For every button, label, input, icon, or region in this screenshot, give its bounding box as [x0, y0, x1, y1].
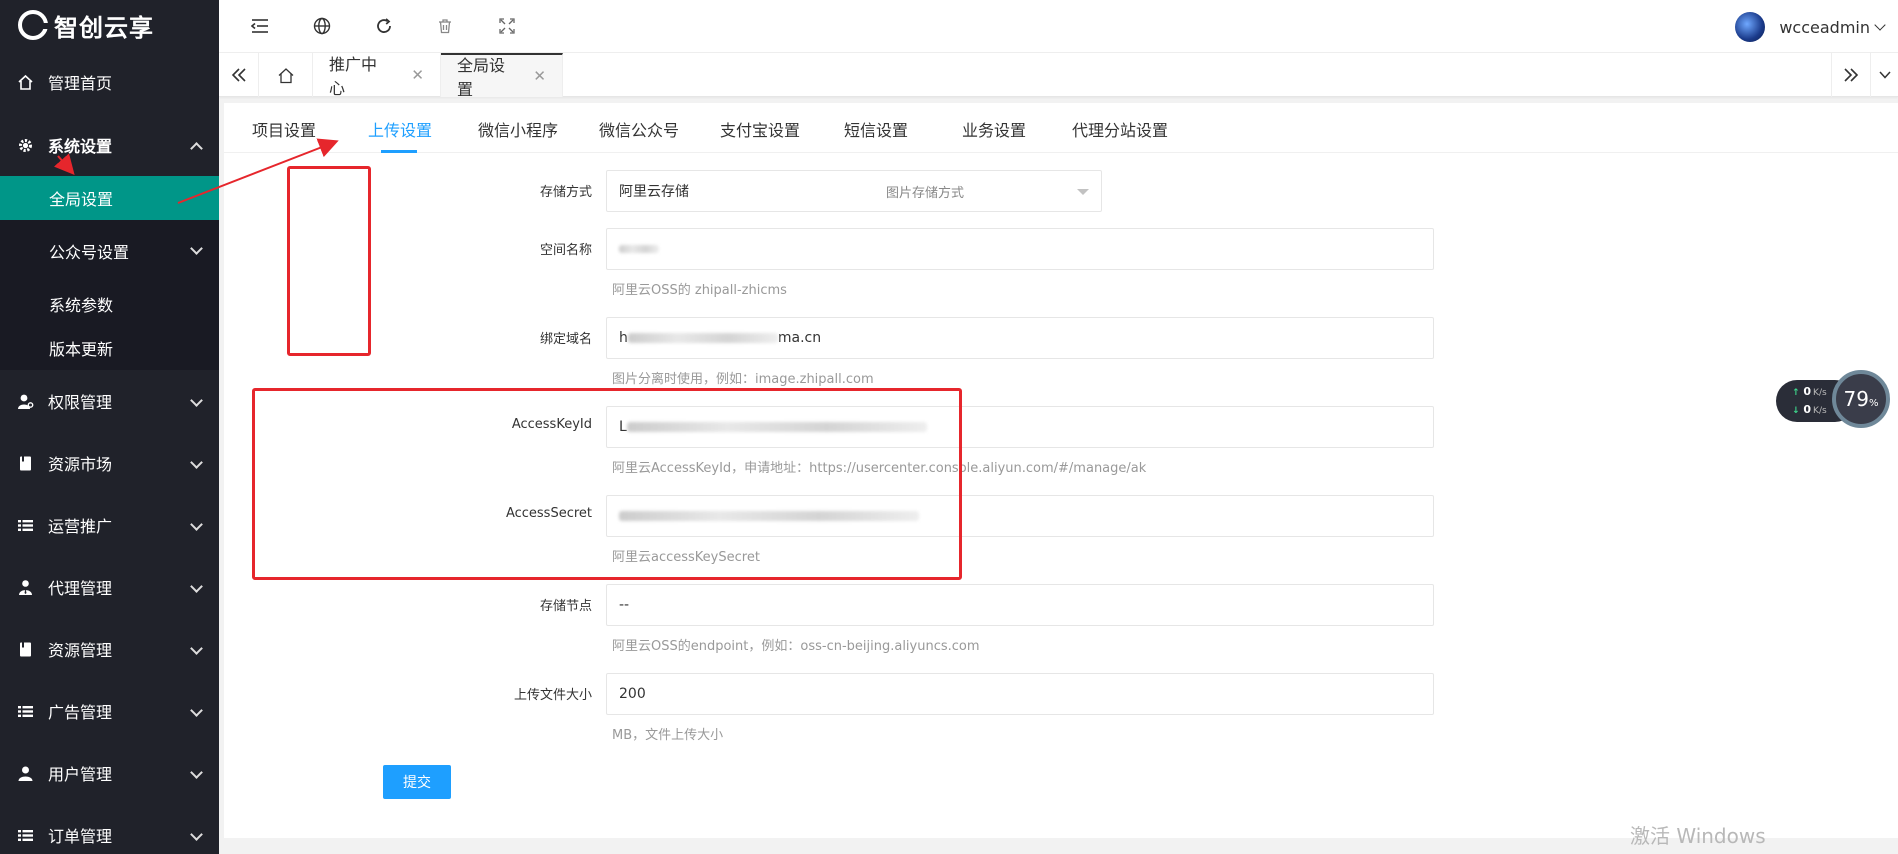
annotation-arrow-to-menu — [53, 153, 75, 176]
windows-activation-watermark: 激活 Windows — [1630, 824, 1766, 848]
upload-speed: ↑ 0 K/s — [1792, 385, 1827, 398]
arrow-down-icon: ↓ — [1792, 406, 1800, 416]
download-speed: ↓ 0 K/s — [1792, 403, 1827, 416]
annotation-arrow-to-tab — [177, 138, 339, 204]
annotation-arrows — [53, 138, 339, 204]
memory-usage-ring: 79% — [1832, 370, 1890, 428]
arrow-up-icon: ↑ — [1792, 388, 1800, 398]
network-speed-widget[interactable]: ↑ 0 K/s ↓ 0 K/s 79% — [1776, 370, 1890, 430]
